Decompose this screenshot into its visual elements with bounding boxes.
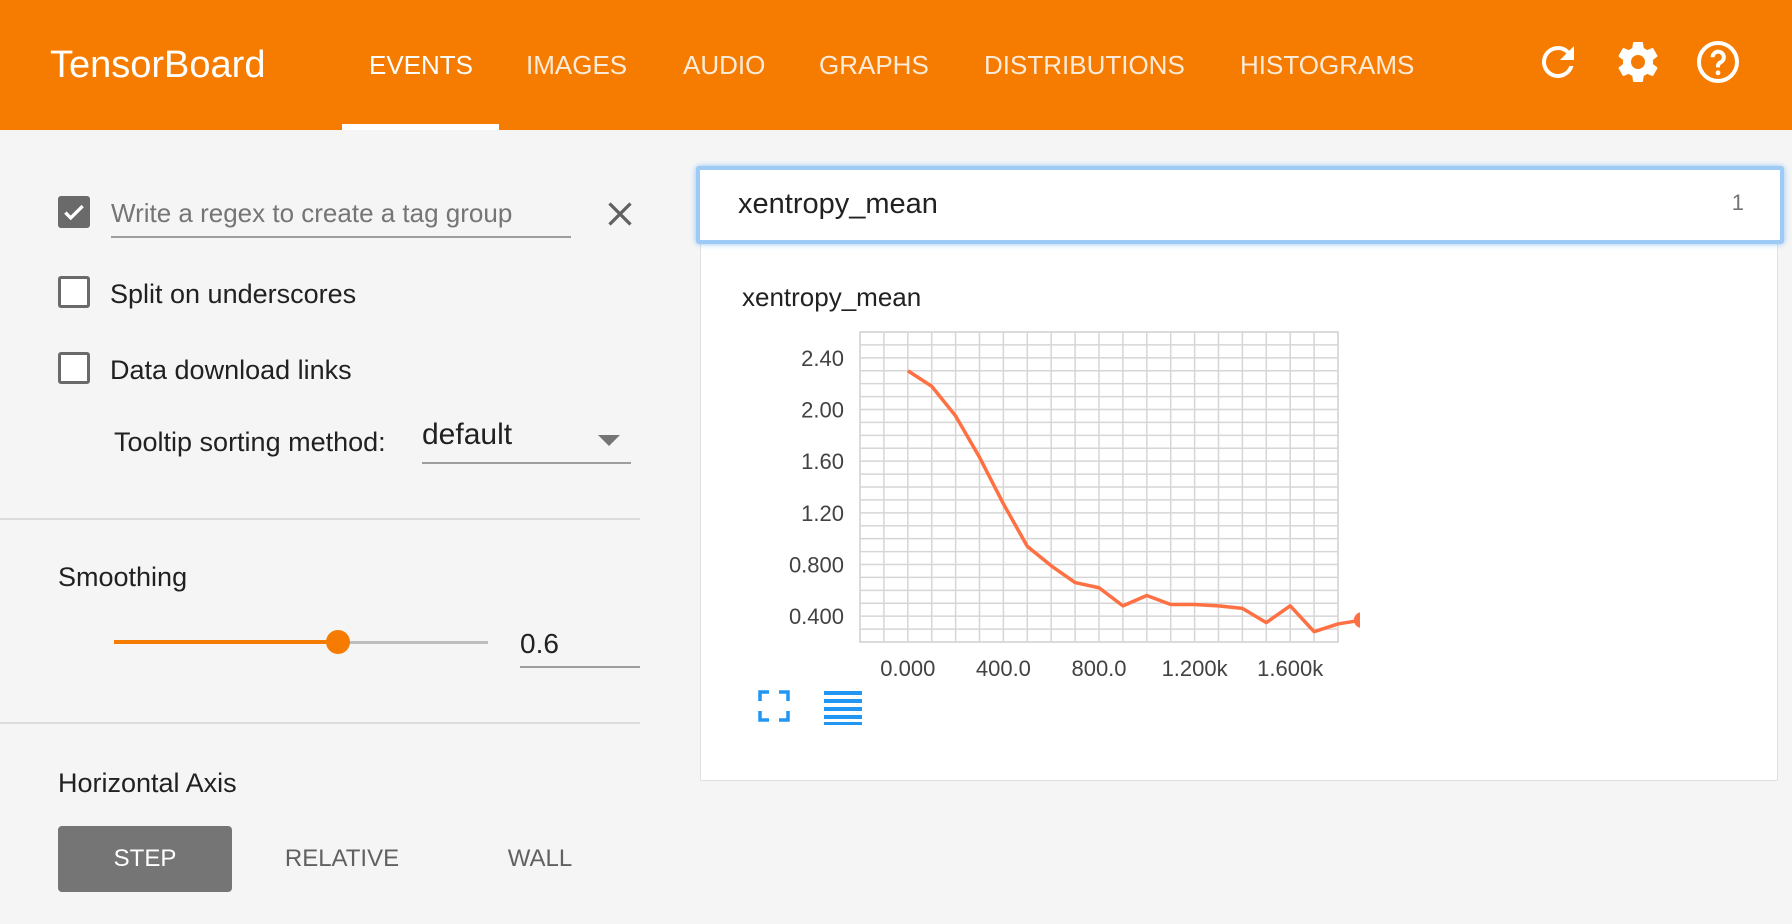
divider [0,518,640,520]
smoothing-slider-handle[interactable] [326,630,351,654]
help-icon[interactable] [1694,38,1742,86]
chevron-down-icon [598,434,620,452]
tab-graphs[interactable]: GRAPHS [819,50,929,81]
line-chart[interactable]: 2.40 2.00 1.60 1.20 0.800 0.400 0.000 400.0 800.… [760,320,1360,690]
tooltip-sorting-value: default [422,418,513,451]
refresh-icon[interactable] [1534,38,1582,86]
divider [0,722,640,724]
y-tick-label: 1.20 [801,501,844,526]
tab-events[interactable]: EVENTS [369,50,473,81]
app-title: TensorBoard [50,44,266,86]
regex-checkbox[interactable] [58,196,90,228]
y-tick-label: 2.40 [801,346,844,371]
clear-regex-icon[interactable] [602,196,638,232]
tag-group-title: xentropy_mean [738,188,938,220]
x-tick-label: 400.0 [976,656,1031,681]
horizontal-axis-label: Horizontal Axis [58,768,237,798]
tooltip-sorting-dropdown[interactable]: default [422,414,631,464]
x-tick-label: 1.200k [1162,656,1229,681]
smoothing-value-field[interactable]: 0.6 [520,622,640,668]
tab-images[interactable]: IMAGES [526,50,627,81]
y-tick-label: 0.400 [789,604,844,629]
axis-wall-button[interactable]: WALL [466,826,614,892]
tag-group-count: 1 [1731,190,1744,215]
tag-group-header[interactable]: xentropy_mean 1 [696,166,1784,244]
data-table-icon[interactable] [824,690,862,726]
tab-audio[interactable]: AUDIO [683,50,765,81]
smoothing-label: Smoothing [58,562,188,592]
split-underscores-checkbox[interactable] [58,276,90,308]
download-links-checkbox[interactable] [58,352,90,384]
settings-icon[interactable] [1614,38,1662,86]
smoothing-slider-fill [114,640,339,644]
smoothing-value: 0.6 [520,628,559,659]
y-tick-label: 2.00 [801,398,844,423]
fullscreen-icon[interactable] [758,690,790,722]
x-tick-label: 1.600k [1257,656,1324,681]
y-tick-label: 0.800 [789,553,844,578]
download-links-label: Data download links [110,355,352,385]
x-tick-label: 800.0 [1071,656,1126,681]
tooltip-sorting-label: Tooltip sorting method: [114,427,386,457]
regex-input[interactable] [111,190,571,238]
axis-step-button[interactable]: STEP [58,826,232,892]
tab-histograms[interactable]: HISTOGRAMS [1240,50,1414,81]
active-tab-indicator [342,124,499,130]
last-point-marker [1353,612,1360,628]
tab-distributions[interactable]: DISTRIBUTIONS [984,50,1185,81]
y-tick-label: 1.60 [801,449,844,474]
x-tick-label: 0.000 [880,656,935,681]
chart-title: xentropy_mean [742,282,922,312]
axis-relative-button[interactable]: RELATIVE [262,826,422,892]
split-underscores-label: Split on underscores [110,279,357,309]
